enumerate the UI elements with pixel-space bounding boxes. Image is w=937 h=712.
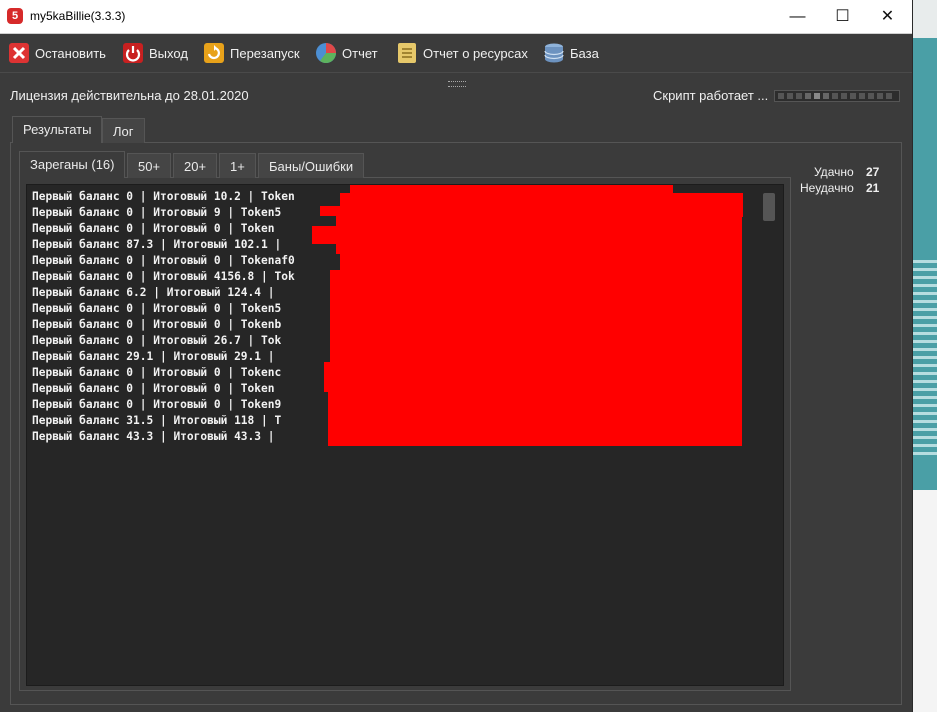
result-line: Первый баланс 31.5 | Итоговый 118 | T: [32, 414, 282, 427]
fail-label: Неудачно: [800, 181, 854, 195]
redaction-block: [312, 226, 344, 244]
success-count: 27: [866, 165, 880, 179]
result-line: Первый баланс 0 | Итоговый 0 | Token: [32, 382, 275, 395]
result-line: Первый баланс 0 | Итоговый 9 | Token5: [32, 206, 282, 219]
title-bar: 5 my5kaBillie(3.3.3) — ☐ ✕: [0, 0, 912, 34]
console-scrollbar[interactable]: [763, 193, 775, 221]
desktop-stripes: [912, 255, 937, 460]
result-line: Первый баланс 0 | Итоговый 10.2 | Token: [32, 190, 295, 203]
result-line: Первый баланс 0 | Итоговый 0 | Token: [32, 222, 275, 235]
script-status-text: Скрипт работает ...: [653, 88, 769, 103]
desktop-background: [912, 0, 937, 712]
license-text: Лицензия действительна до 28.01.2020: [10, 88, 249, 103]
result-line: Первый баланс 87.3 | Итоговый 102.1 |: [32, 238, 282, 251]
tab-results[interactable]: Результаты: [12, 116, 103, 143]
exit-label: Выход: [149, 45, 188, 61]
fail-count: 21: [866, 181, 880, 195]
redaction-block: [328, 390, 742, 446]
power-icon: [123, 43, 143, 63]
app-window: 5 my5kaBillie(3.3.3) — ☐ ✕ Остановить Вы…: [0, 0, 913, 712]
report-label: Отчет: [342, 45, 378, 61]
exit-button[interactable]: Выход: [122, 40, 188, 66]
result-line: Первый баланс 0 | Итоговый 0 | Tokenc: [32, 366, 282, 379]
close-button[interactable]: ✕: [865, 0, 910, 33]
tab-log[interactable]: Лог: [102, 118, 145, 143]
window-title: my5kaBillie(3.3.3): [30, 9, 126, 23]
success-label: Удачно: [814, 165, 854, 179]
tab-20-plus[interactable]: 20+: [173, 153, 218, 178]
database-icon: [544, 43, 564, 63]
stop-button[interactable]: Остановить: [8, 40, 106, 66]
result-line: Первый баланс 0 | Итоговый 4156.8 | Tok: [32, 270, 295, 283]
activity-progress-bar: [774, 90, 900, 102]
fail-row: Неудачно: [800, 181, 854, 195]
maximize-button[interactable]: ☐: [820, 0, 865, 33]
toolbar: Остановить Выход Перезапуск Отчет Отчет …: [0, 34, 912, 72]
redaction-block: [340, 252, 742, 272]
stop-label: Остановить: [35, 45, 106, 61]
results-lines: Первый баланс 0 | Итоговый 10.2 | Token …: [32, 189, 295, 445]
restart-icon: [204, 43, 224, 63]
document-icon: [398, 43, 416, 63]
app-icon: 5: [7, 8, 23, 24]
tab-1-plus[interactable]: 1+: [219, 153, 256, 178]
tab-bans-errors[interactable]: Баны/Ошибки: [258, 153, 365, 178]
splitter-handle[interactable]: [448, 81, 466, 87]
result-line: Первый баланс 0 | Итоговый 0 | Tokenaf0: [32, 254, 295, 267]
desktop-bottom: [912, 490, 937, 712]
report-button[interactable]: Отчет: [315, 40, 378, 66]
restart-label: Перезапуск: [230, 45, 300, 61]
result-line: Первый баланс 29.1 | Итоговый 29.1 |: [32, 350, 275, 363]
result-line: Первый баланс 0 | Итоговый 0 | Tokenb: [32, 318, 282, 331]
redaction-block: [324, 362, 742, 392]
resource-report-label: Отчет о ресурсах: [423, 45, 528, 61]
result-line: Первый баланс 0 | Итоговый 0 | Token5: [32, 302, 282, 315]
pie-chart-icon: [316, 43, 336, 63]
result-line: Первый баланс 6.2 | Итоговый 124.4 |: [32, 286, 275, 299]
database-button[interactable]: База: [543, 40, 599, 66]
success-row: Удачно: [814, 165, 854, 179]
redaction-block: [336, 214, 742, 254]
result-line: Первый баланс 0 | Итоговый 26.7 | Tok: [32, 334, 282, 347]
stop-icon: [9, 43, 29, 63]
result-line: Первый баланс 0 | Итоговый 0 | Token9: [32, 398, 282, 411]
redaction-block: [330, 270, 742, 364]
minimize-button[interactable]: —: [775, 0, 820, 33]
restart-button[interactable]: Перезапуск: [203, 40, 300, 66]
database-label: База: [570, 45, 599, 61]
tab-registered[interactable]: Зареганы (16): [19, 151, 126, 178]
toolbar-divider: [0, 72, 912, 73]
tab-50-plus[interactable]: 50+: [127, 153, 172, 178]
result-line: Первый баланс 43.3 | Итоговый 43.3 |: [32, 430, 275, 443]
resource-report-button[interactable]: Отчет о ресурсах: [396, 40, 528, 66]
